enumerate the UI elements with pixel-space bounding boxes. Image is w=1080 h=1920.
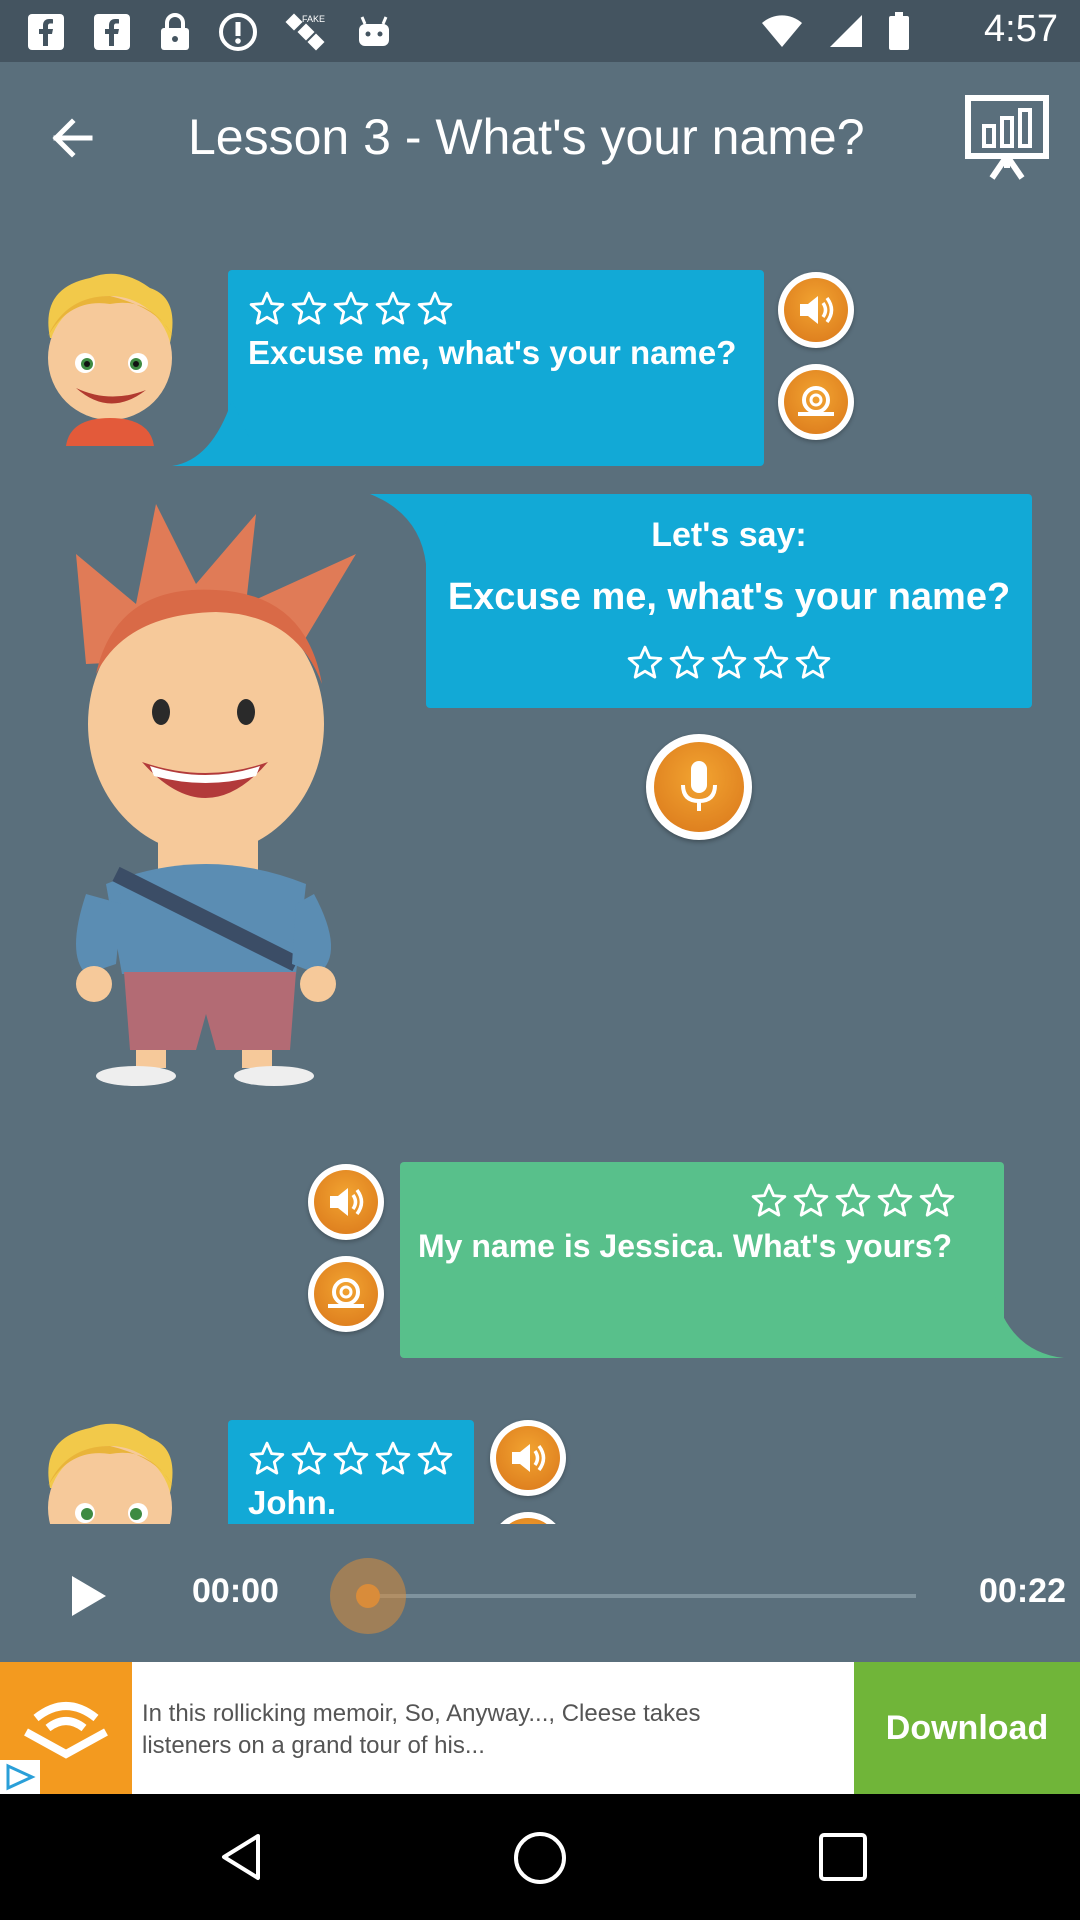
dialog-text: John.: [248, 1484, 336, 1521]
clock: 4:57: [984, 8, 1058, 50]
page-title: Lesson 3 - What's your name?: [188, 109, 865, 165]
star-icon: [333, 1441, 369, 1475]
total-time: 00:22: [979, 1572, 1066, 1610]
star-rating: [626, 644, 832, 682]
nav-home-icon: [514, 1832, 566, 1884]
system-nav-bar: [0, 1794, 1080, 1920]
satellite-icon: FAKE: [285, 13, 325, 51]
play-audio-button[interactable]: [308, 1164, 384, 1240]
speech-bubble-girl: My name is Jessica. What's yours?: [400, 1162, 1064, 1358]
prompt-heading: Let's say:: [651, 516, 807, 554]
play-slow-button[interactable]: [490, 1512, 566, 1524]
star-icon: [795, 645, 831, 679]
lock-icon: [161, 13, 189, 50]
svg-text:FAKE: FAKE: [302, 14, 325, 24]
nav-recents-button[interactable]: [816, 1830, 870, 1889]
star-icon: [249, 1441, 285, 1475]
audible-logo-icon: [0, 1662, 132, 1794]
ad-play-badge-icon: [0, 1760, 40, 1794]
facebook-icon: [28, 14, 64, 50]
dialog-text: My name is Jessica. What's yours?: [418, 1228, 953, 1264]
star-icon: [417, 291, 453, 325]
chart-board-icon: [965, 95, 1049, 180]
seek-track[interactable]: [368, 1594, 916, 1598]
back-button[interactable]: [44, 110, 100, 166]
star-icon: [669, 645, 705, 679]
star-rating: [750, 1182, 956, 1220]
facebook-icon: [94, 14, 130, 50]
speaker-icon: [512, 1444, 546, 1472]
record-microphone-button[interactable]: [646, 734, 752, 840]
progress-chart-button[interactable]: [962, 92, 1052, 182]
speech-bubble-boy-2: John.: [228, 1420, 474, 1524]
avatar-boy: [30, 268, 190, 446]
android-icon: [359, 16, 389, 46]
play-slow-button[interactable]: [308, 1256, 384, 1332]
slow-snail-icon: [328, 1278, 364, 1308]
nav-home-button[interactable]: [512, 1830, 568, 1891]
play-icon: [72, 1576, 106, 1616]
current-time: 00:00: [192, 1572, 279, 1610]
star-rating: [248, 290, 454, 328]
speech-bubble-boy-1: Excuse me, what's your name?: [172, 270, 764, 466]
star-icon: [753, 645, 789, 679]
star-icon: [249, 291, 285, 325]
seek-thumb[interactable]: [330, 1558, 406, 1634]
star-icon: [627, 645, 663, 679]
speaker-icon: [800, 296, 834, 324]
nav-back-icon: [222, 1834, 260, 1880]
star-icon: [333, 291, 369, 325]
speech-bubble-prompt: Let's say: Excuse me, what's your name?: [370, 494, 1032, 708]
prompt-text: Excuse me, what's your name?: [447, 576, 1011, 618]
system-status-icons: [760, 12, 910, 50]
battery-icon: [889, 12, 909, 50]
notification-icons: FAKE: [26, 12, 394, 52]
arrow-left-icon: [52, 118, 93, 158]
app-bar: Lesson 3 - What's your name?: [0, 62, 1080, 210]
star-icon: [877, 1183, 913, 1217]
avatar-learner-boy: [46, 494, 366, 1086]
ad-download-button[interactable]: Download: [854, 1662, 1080, 1794]
avatar-boy: [30, 1418, 190, 1524]
nav-back-button[interactable]: [214, 1830, 268, 1889]
microphone-icon: [681, 761, 717, 811]
star-icon: [291, 291, 327, 325]
audio-player: 00:00 00:22: [0, 1524, 1080, 1664]
play-audio-button[interactable]: [490, 1420, 566, 1496]
star-icon: [375, 291, 411, 325]
star-rating: [248, 1440, 454, 1478]
speaker-icon: [330, 1188, 364, 1216]
star-icon: [291, 1441, 327, 1475]
star-icon: [751, 1183, 787, 1217]
play-audio-button[interactable]: [778, 272, 854, 348]
dialog-text: Excuse me, what's your name?: [248, 334, 737, 371]
dialog-scroll-clip: John.: [0, 1400, 1080, 1524]
star-icon: [417, 1441, 453, 1475]
play-button[interactable]: [66, 1572, 110, 1625]
star-icon: [835, 1183, 871, 1217]
star-icon: [375, 1441, 411, 1475]
slow-snail-icon: [798, 386, 834, 416]
wifi-icon: [762, 15, 802, 47]
ad-banner[interactable]: In this rollicking memoir, So, Anyway...…: [0, 1662, 1080, 1794]
status-bar: FAKE 4:57: [0, 0, 1080, 62]
ad-description: In this rollicking memoir, So, Anyway...…: [142, 1700, 701, 1759]
signal-icon: [830, 15, 862, 47]
star-icon: [919, 1183, 955, 1217]
nav-recents-icon: [819, 1833, 867, 1881]
star-icon: [793, 1183, 829, 1217]
star-icon: [711, 645, 747, 679]
info-icon: [219, 13, 257, 51]
play-slow-button[interactable]: [778, 364, 854, 440]
